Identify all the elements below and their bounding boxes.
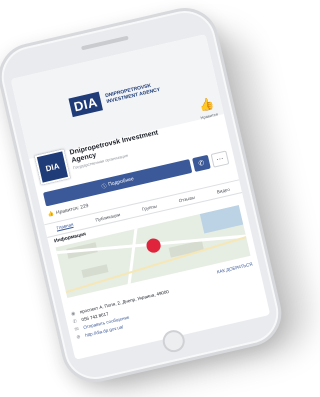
map-block bbox=[81, 264, 109, 278]
globe-icon: ⊕ bbox=[75, 334, 82, 341]
map-pin-icon: ⬤ bbox=[143, 234, 163, 254]
phone-small-icon: ✆ bbox=[72, 318, 78, 326]
messenger-icon: ✉ bbox=[74, 326, 80, 334]
like-label: Нравится bbox=[199, 111, 219, 121]
thumbs-up-small-icon: 👍 bbox=[47, 210, 55, 219]
thumbs-up-icon: 👍 bbox=[197, 96, 216, 114]
avatar[interactable]: DIA bbox=[34, 148, 71, 185]
map-road bbox=[125, 220, 139, 298]
phone-icon: ✆ bbox=[197, 159, 206, 168]
info-icon: ⓘ bbox=[101, 182, 108, 190]
call-button[interactable]: ✆ bbox=[192, 154, 211, 172]
learn-more-label: Подробнее bbox=[107, 176, 135, 188]
agency-logo: DIA DNIPROPETROVSK INVESTMENT AGENCY bbox=[67, 76, 167, 117]
speaker-grille bbox=[81, 35, 129, 51]
more-button[interactable]: ⋯ bbox=[210, 150, 230, 168]
location-icon: ◉ bbox=[70, 310, 77, 318]
tab-reviews[interactable]: Отзывы bbox=[178, 194, 195, 203]
tab-videos[interactable]: Видео bbox=[216, 186, 230, 194]
tab-groups[interactable]: Группы bbox=[141, 203, 157, 211]
logo-text: DNIPROPETROVSK INVESTMENT AGENCY bbox=[104, 82, 161, 106]
logo-mark: DIA bbox=[67, 91, 104, 117]
tab-posts[interactable]: Публикации bbox=[95, 212, 121, 223]
tab-home[interactable]: Главная bbox=[56, 221, 75, 232]
more-icon: ⋯ bbox=[215, 155, 225, 164]
